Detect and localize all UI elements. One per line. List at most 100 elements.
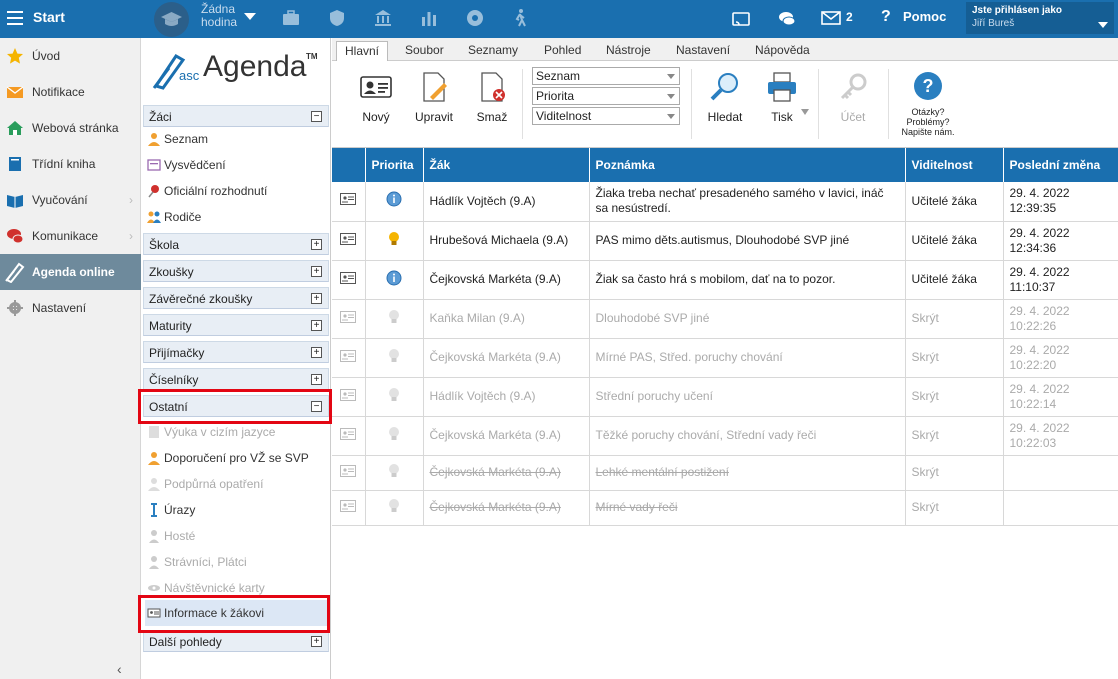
- expand-icon[interactable]: +: [311, 293, 322, 304]
- table-row[interactable]: Hrubešová Michaela (9.A) PAS mimo děts.au…: [332, 221, 1118, 261]
- institution-icon[interactable]: [373, 8, 393, 28]
- graduation-cap-icon[interactable]: [154, 2, 189, 37]
- lightbulb-icon: [389, 231, 399, 245]
- start-button[interactable]: Start: [33, 9, 65, 25]
- tree-item-doporuceni-vz-svp[interactable]: Doporučení pro VŽ se SVP: [145, 445, 329, 471]
- envelope-icon[interactable]: [821, 11, 841, 25]
- expand-icon[interactable]: +: [311, 266, 322, 277]
- questions-feedback-button[interactable]: ? Otázky? Problémy? Napište nám.: [898, 71, 958, 137]
- sidebar-item-notifikace[interactable]: Notifikace: [0, 74, 141, 110]
- section-header-zkousky[interactable]: Zkoušky +: [143, 260, 329, 282]
- tab-nastaveni[interactable]: Nastavení: [668, 41, 738, 61]
- section-header-maturity[interactable]: Maturity +: [143, 314, 329, 336]
- book-icon: [9, 157, 21, 171]
- row-card-cell[interactable]: [332, 299, 366, 339]
- row-card-cell[interactable]: [332, 338, 366, 378]
- edit-button[interactable]: Upravit: [414, 71, 454, 124]
- section-header-prijimacky[interactable]: Přijímačky +: [143, 341, 329, 363]
- tree-item-vysvedceni[interactable]: Vysvědčení: [145, 152, 329, 178]
- section-header-zaverecne-zkousky[interactable]: Závěrečné zkoušky +: [143, 287, 329, 309]
- envelope-icon: [6, 86, 24, 98]
- row-card-cell[interactable]: [332, 221, 366, 261]
- tab-nastroje[interactable]: Nástroje: [598, 41, 659, 61]
- section-header-skola[interactable]: Škola +: [143, 233, 329, 255]
- search-button[interactable]: Hledat: [705, 71, 745, 124]
- table-row[interactable]: Čejkovská Markéta (9.A) Mírné PAS, Střed.…: [332, 338, 1118, 378]
- sidebar-item-nastaveni[interactable]: Nastavení: [0, 290, 141, 326]
- sidebar-item-tridni-kniha[interactable]: Třídní kniha: [0, 146, 141, 182]
- print-options-dropdown[interactable]: [801, 109, 809, 115]
- column-header-student[interactable]: Žák: [423, 148, 590, 182]
- expand-icon[interactable]: +: [311, 320, 322, 331]
- list-select[interactable]: Seznam: [532, 67, 680, 85]
- tab-napoveda[interactable]: Nápověda: [747, 41, 818, 61]
- visibility-select[interactable]: Viditelnost: [532, 107, 680, 125]
- priority-select[interactable]: Priorita: [532, 87, 680, 105]
- column-header-priority[interactable]: Priorita: [365, 148, 424, 182]
- cast-screen-icon[interactable]: [731, 9, 751, 29]
- section-header-ciselniky[interactable]: Číselníky +: [143, 368, 329, 390]
- sidebar-item-webova-stranka[interactable]: Webová stránka: [0, 110, 141, 146]
- tree-item-rodice[interactable]: Rodiče: [145, 204, 329, 230]
- table-row[interactable]: Čejkovská Markéta (9.A) Lehké mentální po…: [332, 455, 1118, 491]
- shield-icon[interactable]: [327, 8, 347, 28]
- table-row[interactable]: Hádlík Vojtěch (9.A) Žiaka treba nechať p…: [332, 182, 1118, 222]
- row-card-cell[interactable]: [332, 260, 366, 300]
- table-row[interactable]: Kaňka Milan (9.A) Dlouhodobé SVP jiné Skrý…: [332, 299, 1118, 339]
- table-row[interactable]: Čejkovská Markéta (9.A) Mírné vady řeči Sk…: [332, 490, 1118, 526]
- collapse-icon[interactable]: −: [311, 111, 322, 122]
- column-header-visibility[interactable]: Viditelnost: [905, 148, 1004, 182]
- tab-soubor[interactable]: Soubor: [397, 41, 452, 61]
- row-card-cell[interactable]: [332, 182, 366, 222]
- row-card-cell[interactable]: [332, 416, 366, 456]
- tab-seznamy[interactable]: Seznamy: [460, 41, 526, 61]
- new-button[interactable]: Nový: [360, 71, 392, 124]
- collapse-sidebar-button[interactable]: ‹: [117, 661, 122, 677]
- walking-person-icon[interactable]: [510, 8, 530, 28]
- svg-text:?: ?: [923, 76, 934, 96]
- tree-item-oficialni-rozhodnuti[interactable]: Oficiální rozhodnutí: [145, 178, 329, 204]
- tab-hlavni[interactable]: Hlavní: [336, 41, 389, 61]
- row-card-cell[interactable]: [332, 377, 366, 417]
- tree-item-urazy[interactable]: Úrazy: [145, 497, 329, 523]
- chat-bubbles-icon[interactable]: [777, 9, 797, 29]
- tree-item-stravnici-platci[interactable]: Strávníci, Plátci: [145, 549, 329, 575]
- row-card-cell[interactable]: [332, 455, 366, 491]
- sidebar-item-agenda-online[interactable]: Agenda online: [0, 254, 141, 290]
- print-button[interactable]: Tisk: [764, 71, 800, 124]
- bar-chart-icon[interactable]: [419, 8, 439, 28]
- account-button[interactable]: Účet: [837, 71, 869, 124]
- hamburger-menu-icon[interactable]: [7, 11, 23, 25]
- section-header-dalsi-pohledy[interactable]: Další pohledy +: [143, 630, 329, 652]
- column-header-note[interactable]: Poznámka: [589, 148, 906, 182]
- sidebar-item-vyucovani[interactable]: Vyučování ›: [0, 182, 141, 218]
- tree-item-podpurna-opatreni[interactable]: Podpůrná opatření: [145, 471, 329, 497]
- delete-button[interactable]: Smaž: [476, 71, 508, 124]
- sidebar-item-uvod[interactable]: Úvod: [0, 38, 141, 74]
- row-card-cell[interactable]: [332, 490, 366, 526]
- tree-item-hoste[interactable]: Hosté: [145, 523, 329, 549]
- help-button[interactable]: Pomoc: [903, 9, 946, 24]
- current-hour-selector[interactable]: Žádna hodina: [201, 3, 237, 29]
- last-change-cell: [1003, 455, 1118, 491]
- key-icon: [840, 73, 867, 100]
- expand-icon[interactable]: +: [311, 636, 322, 647]
- expand-icon[interactable]: +: [311, 239, 322, 250]
- ball-icon[interactable]: [465, 8, 485, 28]
- student-cell: Čejkovská Markéta (9.A): [423, 338, 590, 378]
- chevron-down-icon[interactable]: [244, 13, 256, 20]
- expand-icon[interactable]: +: [311, 347, 322, 358]
- tree-item-seznam[interactable]: Seznam: [145, 126, 329, 152]
- table-row[interactable]: Čejkovská Markéta (9.A) Těžké poruchy cho…: [332, 416, 1118, 456]
- user-account-dropdown[interactable]: Jste přihlásen jako Jiří Bureš: [966, 2, 1114, 34]
- briefcase-icon[interactable]: [281, 8, 301, 28]
- column-header-last-change[interactable]: Poslední změna: [1003, 148, 1118, 182]
- section-header-zaci[interactable]: Žáci −: [143, 105, 329, 127]
- table-row[interactable]: Hádlík Vojtěch (9.A) Střední poruchy učen…: [332, 377, 1118, 417]
- tab-pohled[interactable]: Pohled: [536, 41, 589, 61]
- visibility-cell: Skrýt: [905, 299, 1004, 339]
- table-row[interactable]: Čejkovská Markéta (9.A) Žiak sa často hrá…: [332, 260, 1118, 300]
- question-mark-icon[interactable]: ?: [881, 8, 891, 26]
- sidebar-item-komunikace[interactable]: Komunikace ›: [0, 218, 141, 254]
- expand-icon[interactable]: +: [311, 374, 322, 385]
